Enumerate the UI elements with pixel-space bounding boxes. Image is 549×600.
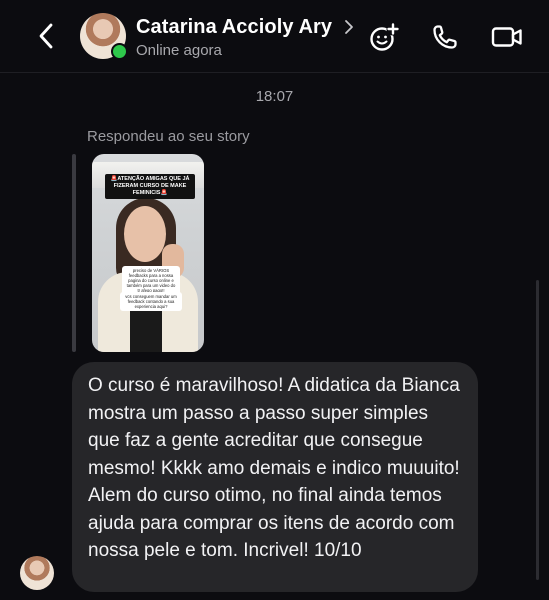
message-timestamp: 18:07 — [255, 88, 294, 105]
online-indicator — [111, 43, 128, 60]
story-reply-label: Respondeu ao seu story — [87, 128, 250, 145]
story-note: preciso de VÁRIOS feedbacks para a nossa… — [122, 266, 180, 295]
story-person-face — [124, 206, 166, 262]
call-button[interactable] — [428, 20, 462, 54]
chevron-left-icon — [39, 23, 53, 49]
contact-status: Online agora — [136, 42, 222, 59]
phone-icon — [433, 25, 457, 49]
contact-name[interactable]: Catarina Accioly Ary — [136, 16, 332, 39]
back-button[interactable] — [28, 18, 64, 54]
video-call-button[interactable] — [490, 20, 524, 54]
message-bubble[interactable]: O curso é maravilhoso! A didatica da Bia… — [72, 362, 478, 592]
reply-indicator-bar — [72, 154, 76, 352]
video-camera-icon — [491, 27, 522, 47]
contact-avatar[interactable] — [80, 13, 128, 60]
chat-screen: Catarina Accioly Ary Online agora 18:07 … — [0, 0, 549, 600]
sender-avatar[interactable] — [20, 556, 54, 590]
story-caption: 🚨ATENÇÃO AMIGAS QUE JÁ FIZERAM CURSO DE … — [105, 174, 195, 199]
story-note: vcs conseguem mandar um feedback contand… — [120, 292, 182, 311]
scrollbar[interactable] — [536, 280, 539, 580]
chevron-right-icon[interactable] — [342, 18, 356, 36]
effects-button[interactable] — [368, 20, 402, 54]
message-text: O curso é maravilhoso! A didatica da Bia… — [88, 375, 460, 561]
story-thumbnail[interactable]: 🚨ATENÇÃO AMIGAS QUE JÁ FIZERAM CURSO DE … — [92, 154, 204, 352]
chat-header: Catarina Accioly Ary Online agora — [0, 0, 549, 73]
add-effect-icon — [370, 22, 400, 51]
